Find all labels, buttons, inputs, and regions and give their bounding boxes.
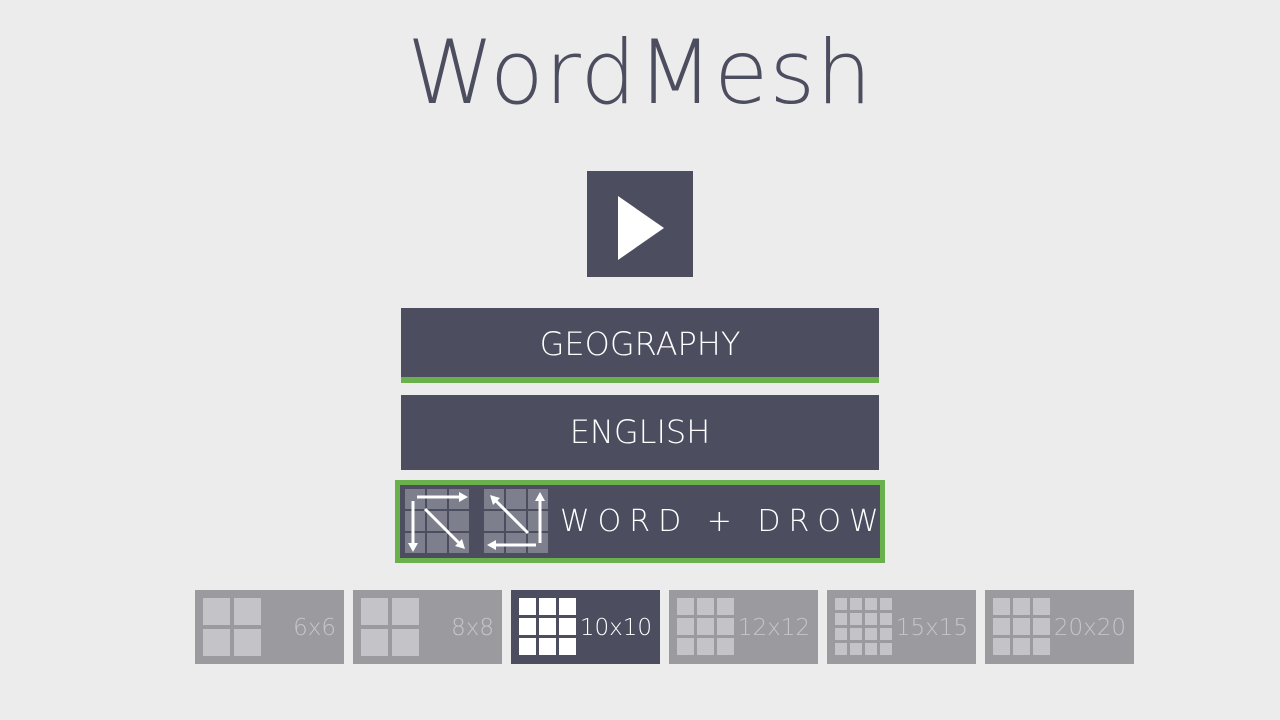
grid-4x4-icon xyxy=(835,598,892,655)
grid-size-label: 6x6 xyxy=(293,615,336,641)
category-button[interactable]: GEOGRAPHY xyxy=(401,308,879,383)
grid-size-label: 15x15 xyxy=(895,615,968,641)
grid-3x3-icon xyxy=(519,598,576,655)
play-button[interactable] xyxy=(587,171,693,277)
grid-size-label: 20x20 xyxy=(1053,615,1126,641)
language-button[interactable]: ENGLISH xyxy=(401,395,879,470)
game-title: WordMesh xyxy=(407,21,873,124)
diagonal-up-arrows-grid-icon xyxy=(484,489,548,553)
grid-2x2-icon xyxy=(203,598,261,656)
play-icon xyxy=(618,196,664,260)
grid-3x3-icon xyxy=(993,598,1050,655)
grid-2x2-icon xyxy=(361,598,419,656)
diagonal-down-arrows-grid-icon xyxy=(405,489,469,553)
grid-size-label: 8x8 xyxy=(451,615,494,641)
grid-size-label: 10x10 xyxy=(579,615,652,641)
grid-size-15x15-button[interactable]: 15x15 xyxy=(827,590,976,664)
grid-size-12x12-button[interactable]: 12x12 xyxy=(669,590,818,664)
direction-button-inner: WORD + DROW xyxy=(400,485,880,558)
grid-size-label: 12x12 xyxy=(737,615,810,641)
main-menu: WordMesh GEOGRAPHY ENGLISH WORD + DROW 6… xyxy=(0,0,1280,720)
grid-size-10x10-button[interactable]: 10x10 xyxy=(511,590,660,664)
grid-size-6x6-button[interactable]: 6x6 xyxy=(195,590,344,664)
grid-size-20x20-button[interactable]: 20x20 xyxy=(985,590,1134,664)
grid-size-8x8-button[interactable]: 8x8 xyxy=(353,590,502,664)
direction-button[interactable]: WORD + DROW xyxy=(395,480,885,563)
direction-label: WORD + DROW xyxy=(560,504,887,539)
grid-3x3-icon xyxy=(677,598,734,655)
